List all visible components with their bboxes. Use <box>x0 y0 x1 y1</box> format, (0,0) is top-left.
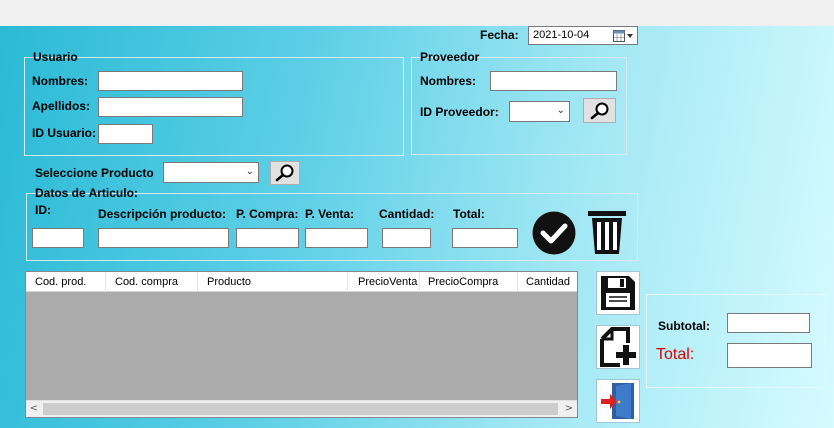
articulo-pcompra-label: P. Compra: <box>236 207 299 221</box>
purchase-form: Fecha: 2021-10-04 Usuario Nombres: Apell… <box>0 26 834 428</box>
column-cod-prod[interactable]: Cod. prod. <box>26 272 106 292</box>
eliminar-articulo-button[interactable] <box>584 208 630 256</box>
proveedor-group-title: Proveedor <box>420 50 480 64</box>
nueva-compra-button[interactable] <box>596 325 640 369</box>
usuario-nombres-input[interactable] <box>98 71 243 91</box>
articulo-id-input[interactable] <box>32 228 84 248</box>
proveedor-id-combo[interactable]: ⌄ <box>509 101 570 122</box>
scroll-right-icon[interactable]: > <box>562 402 576 416</box>
scroll-left-icon[interactable]: < <box>27 402 41 416</box>
seleccione-producto-label: Seleccione Producto <box>35 166 154 180</box>
search-icon <box>590 102 608 119</box>
usuario-apellidos-label: Apellidos: <box>32 99 91 113</box>
search-icon <box>275 164 294 182</box>
window-top-bar <box>0 0 834 26</box>
articulo-pventa-label: P. Venta: <box>305 207 355 221</box>
salir-button[interactable] <box>596 379 640 423</box>
proveedor-id-label: ID Proveedor: <box>420 105 499 119</box>
articulo-id-label: ID: <box>35 203 51 217</box>
fecha-date-picker[interactable]: 2021-10-04 <box>528 26 638 45</box>
articulo-descripcion-label: Descripción producto: <box>98 207 227 221</box>
articulo-cantidad-input[interactable] <box>382 228 431 248</box>
subtotal-label: Subtotal: <box>658 319 710 333</box>
calendar-dropdown-icon[interactable] <box>613 30 635 45</box>
chevron-down-icon: ⌄ <box>245 166 254 177</box>
exit-door-icon <box>601 383 634 419</box>
articulo-total-input[interactable] <box>452 228 518 248</box>
usuario-id-input[interactable] <box>98 124 153 144</box>
chevron-down-icon: ⌄ <box>556 105 565 116</box>
detalle-compra-grid[interactable]: Cod. prod. Cod. compra Producto PrecioVe… <box>25 271 578 418</box>
scrollbar-thumb[interactable] <box>43 403 558 415</box>
column-cod-compra[interactable]: Cod. compra <box>106 272 198 292</box>
buscar-proveedor-button[interactable] <box>583 98 616 123</box>
articulo-cantidad-label: Cantidad: <box>379 207 435 221</box>
total-label: Total: <box>656 346 695 363</box>
column-producto[interactable]: Producto <box>198 272 348 292</box>
usuario-nombres-label: Nombres: <box>32 74 89 88</box>
column-precio-venta[interactable]: PrecioVenta <box>348 272 420 292</box>
total-input[interactable] <box>727 343 812 368</box>
grid-horizontal-scrollbar[interactable]: < > <box>26 400 577 417</box>
articulo-total-label: Total: <box>453 207 485 221</box>
proveedor-nombres-label: Nombres: <box>420 74 477 88</box>
guardar-compra-button[interactable] <box>596 271 640 315</box>
usuario-id-label: ID Usuario: <box>32 126 97 140</box>
trash-icon <box>588 211 626 254</box>
articulo-pventa-input[interactable] <box>305 228 368 248</box>
subtotal-input[interactable] <box>727 313 810 333</box>
buscar-producto-button[interactable] <box>270 161 300 185</box>
producto-combo[interactable]: ⌄ <box>163 162 259 183</box>
articulo-descripcion-input[interactable] <box>98 228 229 248</box>
totales-panel <box>646 294 826 388</box>
column-cantidad[interactable]: Cantidad <box>518 272 577 292</box>
save-icon <box>601 276 635 310</box>
fecha-value: 2021-10-04 <box>533 29 590 41</box>
usuario-group-title: Usuario <box>33 50 78 64</box>
agregar-articulo-button[interactable] <box>531 210 577 256</box>
datos-articulo-group-title: Datos de Articulo: <box>35 186 138 200</box>
usuario-apellidos-input[interactable] <box>98 97 243 117</box>
proveedor-nombres-input[interactable] <box>490 71 617 91</box>
new-document-icon <box>600 327 636 367</box>
fecha-label: Fecha: <box>480 28 519 42</box>
articulo-pcompra-input[interactable] <box>236 228 299 248</box>
column-precio-compra[interactable]: PrecioCompra <box>420 272 518 292</box>
grid-header: Cod. prod. Cod. compra Producto PrecioVe… <box>26 272 577 292</box>
checkmark-icon <box>532 211 576 255</box>
